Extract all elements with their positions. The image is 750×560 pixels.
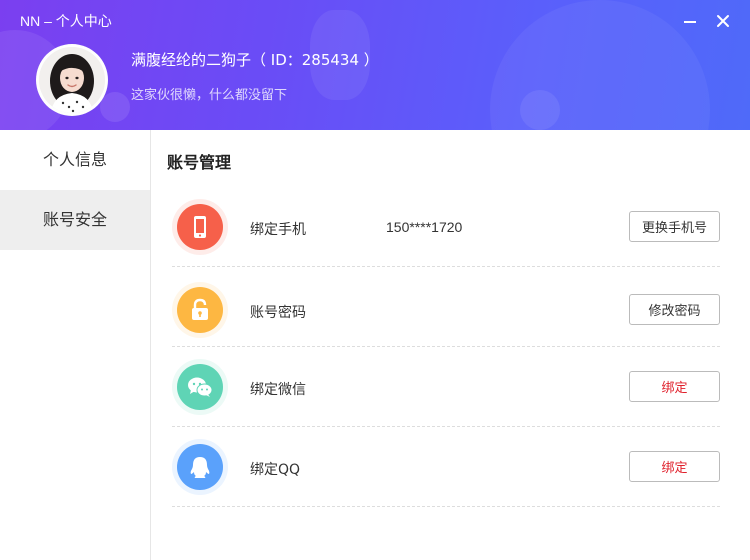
profile-header: NN – 个人中心 满腹经纶的二狗子（ ID：285434 ） 这家伙很懒，什么…	[0, 0, 750, 130]
account-row-phone: 绑定手机 150****1720 更换手机号	[172, 187, 720, 267]
lock-icon	[172, 282, 228, 338]
user-avatar-icon	[39, 47, 105, 113]
section-title: 账号管理	[167, 153, 232, 172]
account-management-panel: 账号管理 绑定手机 150****1720 更换手机号 账号密码 修改密码 绑定…	[151, 130, 750, 560]
change-phone-button[interactable]: 更换手机号	[629, 211, 720, 242]
close-button[interactable]	[714, 12, 732, 30]
bind-qq-button[interactable]: 绑定	[629, 451, 720, 482]
phone-number: 150****1720	[386, 219, 463, 235]
row-label: 账号密码	[250, 305, 306, 321]
wechat-icon	[172, 359, 228, 415]
sidebar-item-personal-info[interactable]: 个人信息	[0, 130, 150, 190]
user-name-id: 满腹经纶的二狗子（ ID：285434 ）	[131, 51, 379, 69]
sidebar-item-account-security[interactable]: 账号安全	[0, 190, 150, 250]
account-row-qq: 绑定QQ 绑定	[172, 427, 720, 507]
minimize-icon	[684, 21, 696, 23]
row-label: 绑定手机	[250, 222, 306, 238]
qq-icon	[172, 439, 228, 495]
header-decoration	[520, 90, 560, 130]
avatar[interactable]	[36, 44, 108, 116]
close-icon	[717, 15, 729, 27]
header-decoration	[100, 92, 130, 122]
account-row-wechat: 绑定微信 绑定	[172, 347, 720, 427]
row-label: 绑定微信	[250, 382, 306, 398]
minimize-button[interactable]	[681, 12, 699, 30]
sidebar: 个人信息 账号安全	[0, 130, 151, 560]
row-label: 绑定QQ	[250, 462, 301, 478]
user-signature: 这家伙很懒，什么都没留下	[131, 88, 288, 103]
change-password-button[interactable]: 修改密码	[629, 294, 720, 325]
bind-wechat-button[interactable]: 绑定	[629, 371, 720, 402]
account-row-password: 账号密码 修改密码	[172, 267, 720, 347]
window-title: NN – 个人中心	[20, 13, 112, 29]
phone-icon	[172, 199, 228, 255]
